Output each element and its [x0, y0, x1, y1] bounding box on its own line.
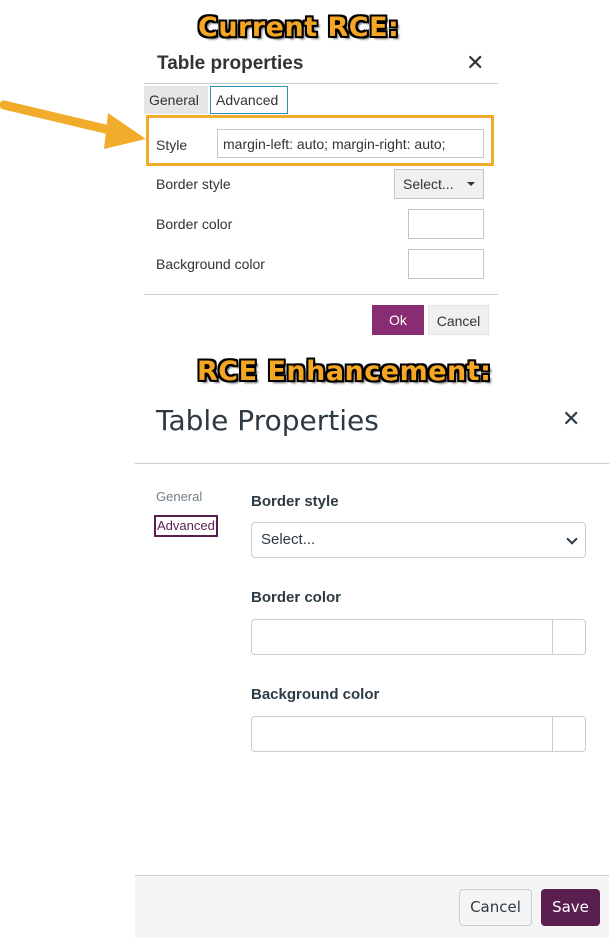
new-save-button[interactable]: Save	[541, 889, 600, 926]
current-rce-heading: Current RCE:	[198, 12, 400, 43]
new-border-color-label: Border color	[251, 589, 342, 606]
old-close-icon[interactable]: ✕	[466, 50, 484, 76]
old-border-color-label: Border color	[156, 216, 233, 232]
new-cancel-button[interactable]: Cancel	[459, 889, 532, 926]
new-tab-general[interactable]: General	[156, 489, 202, 504]
new-border-style-select[interactable]: Select...	[251, 522, 586, 558]
new-dialog-title: Table Properties	[156, 404, 379, 437]
rce-enhancement-heading: RCE Enhancement:	[197, 356, 492, 387]
new-background-color-label: Background color	[251, 686, 380, 703]
old-style-label: Style	[156, 137, 188, 153]
old-ok-button[interactable]: Ok	[372, 305, 424, 335]
old-style-input[interactable]: margin-left: auto; margin-right: auto;	[217, 129, 484, 158]
old-border-style-select[interactable]: Select...	[394, 169, 484, 199]
old-background-color-input[interactable]	[408, 249, 484, 279]
old-border-color-input[interactable]	[408, 209, 484, 239]
new-border-color-input[interactable]	[251, 619, 586, 655]
new-dialog-footer	[135, 875, 609, 938]
old-footer-divider	[144, 294, 498, 295]
new-border-style-label: Border style	[251, 493, 339, 510]
border-color-swatch[interactable]	[552, 620, 585, 654]
background-color-swatch[interactable]	[552, 717, 585, 751]
old-tab-advanced[interactable]: Advanced	[210, 86, 288, 114]
old-border-style-label: Border style	[156, 176, 231, 192]
arrow-annotation-icon	[0, 100, 146, 149]
old-background-color-label: Background color	[156, 256, 265, 272]
new-border-style-value: Select...	[261, 531, 316, 548]
old-dialog-title: Table properties	[157, 53, 304, 74]
old-border-style-value: Select...	[403, 176, 454, 192]
old-tab-general[interactable]: General	[144, 86, 208, 114]
old-cancel-button[interactable]: Cancel	[428, 305, 489, 335]
caret-down-icon	[467, 182, 475, 186]
chevron-down-icon	[566, 533, 578, 545]
new-close-icon[interactable]: ✕	[562, 406, 580, 432]
old-title-divider	[144, 83, 498, 84]
new-title-divider	[135, 463, 609, 464]
new-background-color-input[interactable]	[251, 716, 586, 752]
new-tab-advanced[interactable]: Advanced	[154, 515, 218, 537]
